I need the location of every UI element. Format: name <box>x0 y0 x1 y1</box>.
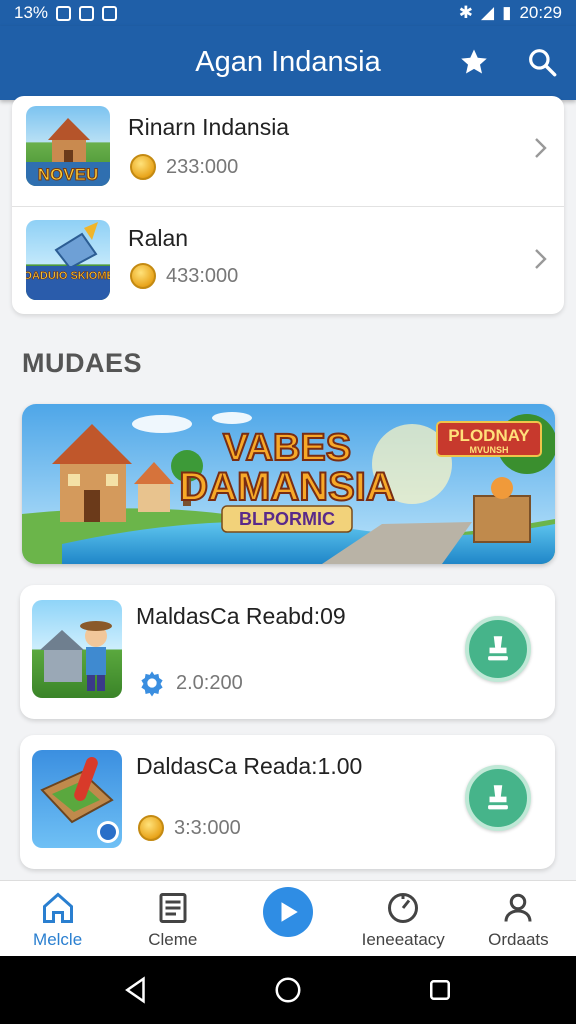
game-meta-value: 2.0:200 <box>176 671 243 694</box>
home-circle-icon[interactable] <box>273 975 303 1005</box>
game-thumbnail: GOADUIO SKIOMES <box>26 220 110 300</box>
clock: 20:29 <box>519 3 562 22</box>
chevron-right-icon <box>535 138 547 158</box>
section-title: MUDAES <box>22 348 143 378</box>
game-card[interactable]: DaldasCa Reada:1.00 3:3:000 <box>20 735 555 869</box>
banner-headline-line1: VABES <box>223 427 351 469</box>
game-meta-value: 3:3:000 <box>174 816 241 839</box>
battery-icon: ▮ <box>502 3 512 22</box>
system-nav-bar <box>0 956 576 1024</box>
game-thumbnail: NOVEU <box>26 106 110 186</box>
recents-icon[interactable] <box>425 975 455 1005</box>
gauge-icon <box>388 893 419 923</box>
bottom-nav: Melcle Cleme Ieneeatacy Ordaats <box>0 880 576 956</box>
app-icon <box>102 5 118 21</box>
battery-percent: 13% <box>14 3 49 22</box>
banner-illustration: PLODNAY MVUNSH VABES DAMANSIA BLPORMIC <box>22 404 555 564</box>
play-game-button[interactable] <box>465 765 531 831</box>
game-thumbnail <box>32 600 122 698</box>
nav-label: Ordaats <box>488 930 549 949</box>
nav-label: Ieneeatacy <box>361 930 445 949</box>
promo-banner[interactable]: PLODNAY MVUNSH VABES DAMANSIA BLPORMIC <box>22 404 555 564</box>
favorite-button[interactable] <box>454 42 494 82</box>
top-list-card: NOVEU Rinarn Indansia 233:000 GOADUIO SK… <box>12 96 564 314</box>
stamp-icon <box>488 636 508 661</box>
game-meta: 3:3:000 <box>138 815 241 841</box>
nav-label: Cleme <box>148 930 198 949</box>
search-icon <box>529 49 557 77</box>
thumbnail-label: GOADUIO SKIOMES <box>26 270 110 282</box>
stamp-icon <box>488 785 508 810</box>
app-bar: Agan Indansia <box>0 26 576 100</box>
wifi-icon: ◢ <box>481 3 495 22</box>
thumbnail-label: NOVEU <box>38 165 98 184</box>
game-card[interactable]: MaldasCa Reabd:09 2.0:200 <box>20 585 555 719</box>
banner-badge-title: PLODNAY <box>448 426 530 445</box>
nav-item-play[interactable] <box>230 881 345 956</box>
search-button[interactable] <box>522 42 562 82</box>
game-title: MaldasCa Reabd:09 <box>136 603 346 629</box>
status-bar: 13% ✱ ◢ ▮ 20:29 <box>0 0 576 26</box>
home-icon <box>42 892 73 923</box>
list-item[interactable]: NOVEU Rinarn Indansia 233:000 <box>12 96 564 204</box>
back-icon[interactable] <box>121 975 151 1005</box>
play-button[interactable] <box>263 887 313 937</box>
play-icon <box>281 902 298 922</box>
shield-icon <box>56 5 72 21</box>
chevron-right-icon <box>535 249 547 269</box>
bluetooth-icon: ✱ <box>458 3 474 22</box>
coin-icon <box>130 154 156 180</box>
play-game-button[interactable] <box>465 616 531 682</box>
notification-icon <box>79 5 95 21</box>
nav-item-profile[interactable]: Ordaats <box>461 881 576 956</box>
gear-icon <box>141 671 163 697</box>
list-item-price: 233:000 <box>166 156 239 178</box>
star-icon <box>461 49 487 74</box>
banner-headline-line2: DAMANSIA <box>179 465 395 509</box>
banner-badge-subtitle: MVUNSH <box>469 445 508 455</box>
nav-item-home[interactable]: Melcle <box>0 881 115 956</box>
list-item-title: Rinarn Indansia <box>128 114 290 140</box>
game-meta: 2.0:200 <box>138 669 243 697</box>
nav-item-list[interactable]: Cleme <box>115 881 230 956</box>
nav-item-stats[interactable]: Ieneeatacy <box>346 881 461 956</box>
list-item[interactable]: GOADUIO SKIOMES Ralan 433:000 <box>12 206 564 314</box>
game-thumbnail <box>32 750 122 848</box>
game-title: DaldasCa Reada:1.00 <box>136 753 363 779</box>
coin-icon <box>138 815 164 841</box>
coin-icon <box>130 263 156 289</box>
list-icon <box>159 893 187 923</box>
nav-label: Melcle <box>33 930 83 949</box>
person-icon <box>504 893 532 922</box>
list-item-price: 433:000 <box>166 265 239 287</box>
banner-tagline: BLPORMIC <box>239 509 335 529</box>
list-item-title: Ralan <box>128 225 189 251</box>
